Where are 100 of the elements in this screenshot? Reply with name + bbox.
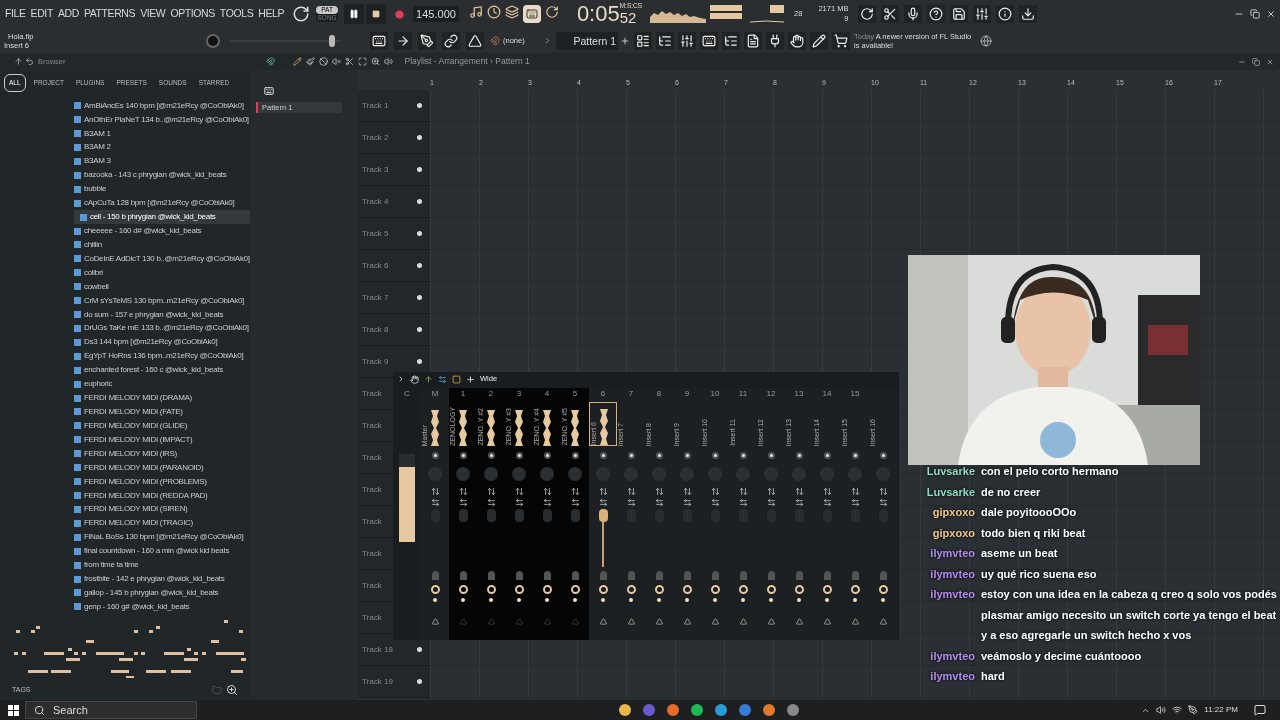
- track-label[interactable]: Track 6: [362, 259, 389, 272]
- routing-knob[interactable]: [571, 571, 579, 580]
- fx-ring[interactable]: [850, 585, 860, 594]
- browser-item[interactable]: do sum - 157 e phrygian @wick_kid_beats: [74, 307, 250, 322]
- swap-arrows-icon[interactable]: [794, 498, 804, 507]
- menu-item[interactable]: EDIT: [30, 6, 53, 22]
- mixer-icon[interactable]: [680, 33, 694, 48]
- mute-led[interactable]: [655, 452, 663, 459]
- track-led[interactable]: [417, 359, 422, 364]
- chat-username[interactable]: Luvsarke: [915, 481, 975, 502]
- mute-led[interactable]: [459, 452, 467, 459]
- browser-item[interactable]: frostbite - 142 e phrygian @wick_kid_beats: [74, 572, 250, 586]
- fx-ring[interactable]: [738, 585, 748, 594]
- browser-item[interactable]: CrM sYsTeMS 130 bpm..m21eRcy @CoObiAk0]: [74, 293, 250, 308]
- tempo-field[interactable]: 145.000: [413, 5, 459, 23]
- track-label[interactable]: Track: [362, 387, 382, 400]
- swap-arrows-icon[interactable]: [682, 498, 692, 507]
- swap-arrows-icon[interactable]: [598, 498, 608, 507]
- browser-item[interactable]: euphoric: [74, 377, 250, 392]
- routing-knob[interactable]: [459, 571, 467, 580]
- track-label[interactable]: Track: [362, 419, 382, 432]
- chat-username[interactable]: ilymvteo: [915, 666, 975, 687]
- menu-item[interactable]: PATTERNS: [83, 6, 136, 22]
- swap-arrows-icon[interactable]: [878, 498, 888, 507]
- track-led[interactable]: [417, 295, 422, 300]
- fx-ring[interactable]: [794, 585, 804, 594]
- stereo-arrows-icon[interactable]: [710, 487, 720, 496]
- mute-led[interactable]: [627, 452, 635, 459]
- chat-username[interactable]: gipxoxo: [915, 522, 975, 543]
- track-label[interactable]: Track 19: [362, 675, 393, 688]
- stereo-arrows-icon[interactable]: [738, 487, 748, 496]
- up-arrow-icon[interactable]: [424, 374, 433, 384]
- fx-ring[interactable]: [458, 585, 468, 594]
- browser-item[interactable]: colibri: [74, 265, 250, 280]
- mute-led[interactable]: [515, 452, 523, 459]
- track-led[interactable]: [417, 135, 422, 140]
- browser-item[interactable]: chillin: [74, 237, 250, 252]
- track-label[interactable]: Track 5: [362, 227, 389, 240]
- swap-arrows-icon[interactable]: [654, 498, 664, 507]
- magnet-icon[interactable]: [265, 57, 275, 66]
- track-label[interactable]: Track: [362, 547, 382, 560]
- fx-ring[interactable]: [710, 585, 720, 594]
- fx-ring[interactable]: [570, 585, 580, 594]
- pen-icon[interactable]: [420, 33, 434, 48]
- volume-fader[interactable]: [598, 509, 608, 522]
- pause-button[interactable]: [344, 4, 365, 24]
- track-led[interactable]: [417, 647, 422, 652]
- mute-led[interactable]: [739, 452, 747, 459]
- pencil-icon[interactable]: [292, 57, 302, 66]
- swap-arrows-icon[interactable]: [430, 498, 440, 507]
- track-led[interactable]: [417, 679, 422, 684]
- zoom-icon[interactable]: [370, 57, 380, 66]
- browser-item[interactable]: from time ta time: [74, 558, 250, 573]
- track-led[interactable]: [417, 103, 422, 108]
- browser-item[interactable]: AmBiAncEs 140 bpm [@m21eRcy @CoObiAk0]: [74, 98, 250, 113]
- mute-led[interactable]: [823, 452, 831, 459]
- browser-item[interactable]: FERDI MELODY MIDI (SIREN): [74, 502, 250, 517]
- hand-icon[interactable]: [410, 374, 419, 384]
- stereo-arrows-icon[interactable]: [654, 487, 664, 496]
- stereo-arrows-icon[interactable]: [514, 487, 524, 496]
- track-led[interactable]: [417, 199, 422, 204]
- browser-item[interactable]: genp - 160 g# @wick_kid_beats: [74, 599, 250, 614]
- square-icon[interactable]: [452, 374, 461, 384]
- browser-item[interactable]: B3AM 1: [74, 126, 250, 141]
- browser-item[interactable]: CoDeInE AdDicT 130 b..@m21eRcy @CoObiAk0]: [74, 251, 250, 266]
- chat-username[interactable]: ilymvteo: [915, 645, 975, 666]
- speaker-icon[interactable]: [383, 57, 393, 66]
- restore-icon[interactable]: [1252, 57, 1260, 66]
- notification-icon[interactable]: [1254, 704, 1266, 716]
- browser-item[interactable]: FERDI MELODY MIDI (FATE): [74, 405, 250, 419]
- track-label[interactable]: Track 18: [362, 643, 393, 656]
- piano-icon[interactable]: [264, 86, 274, 96]
- track-label[interactable]: Track 9: [362, 355, 389, 368]
- browser-item[interactable]: final countdown - 160 a min @wick kid beats: [74, 544, 250, 559]
- mute-led[interactable]: [599, 452, 607, 459]
- track-label[interactable]: Track: [362, 611, 382, 624]
- track-label[interactable]: Track 2: [362, 131, 389, 144]
- browser-item[interactable]: enchanted forest - 160 c @wick_kid_beats: [74, 363, 250, 378]
- mute-led[interactable]: [543, 452, 551, 459]
- browser-item[interactable]: FERDI MELODY MIDI (REDDA PAD): [74, 488, 250, 503]
- swap-arrows-icon[interactable]: [458, 498, 468, 507]
- routing-knob[interactable]: [487, 571, 495, 580]
- arrow-right-icon[interactable]: [397, 375, 405, 383]
- download-icon[interactable]: [1021, 7, 1036, 21]
- fx-ring[interactable]: [486, 585, 496, 594]
- arrows-icon[interactable]: [438, 374, 447, 384]
- track-label[interactable]: Track: [362, 579, 382, 592]
- menu-item[interactable]: ADD: [57, 6, 79, 22]
- browser-item[interactable]: Ds3 144 bpm [@m21eRcy @CoObiAk0]: [74, 335, 250, 350]
- browser-item[interactable]: EgYpT HoRns 136 bpm..m21eRcy @CoObiAk0]: [74, 349, 250, 364]
- track-label[interactable]: Track 1: [362, 99, 389, 112]
- fx-ring[interactable]: [626, 585, 636, 594]
- routing-knob[interactable]: [543, 571, 551, 580]
- mute-led[interactable]: [487, 452, 495, 459]
- swap-arrows-icon[interactable]: [542, 498, 552, 507]
- track-led[interactable]: [417, 231, 422, 236]
- mute-led[interactable]: [431, 452, 439, 459]
- link-icon[interactable]: [444, 33, 458, 48]
- mute-icon[interactable]: [331, 57, 341, 66]
- track-led[interactable]: [417, 263, 422, 268]
